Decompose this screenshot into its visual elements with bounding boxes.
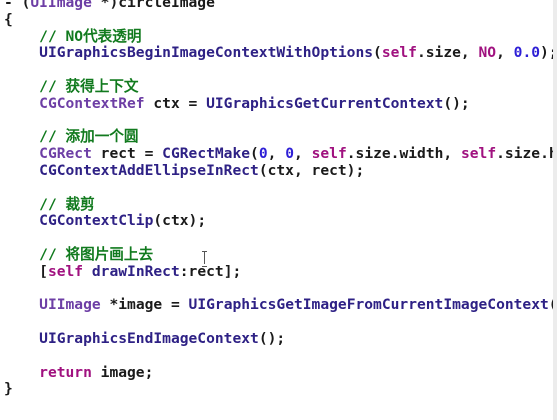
code-line[interactable]: // 添加一个圆 [4, 128, 557, 146]
code-line[interactable] [4, 113, 557, 130]
code-line[interactable] [4, 180, 557, 197]
code-token: ( [250, 145, 259, 163]
code-token: CGContextRef [39, 94, 145, 112]
code-token: drawInRect [91, 262, 180, 280]
code-token: CGRectMake [162, 145, 251, 163]
code-token: NO [478, 44, 497, 62]
code-token: 0 [285, 145, 295, 163]
code-token: 0.0 [513, 44, 541, 62]
code-token: { [4, 10, 13, 28]
code-token: UIGraphicsEndImageContext [39, 329, 259, 347]
code-line[interactable]: CGContextAddEllipseInRect(ctx, rect); [4, 161, 557, 180]
code-line[interactable]: - (UIImage *)circleImage [4, 0, 557, 12]
i-beam-cursor-icon [201, 251, 208, 267]
code-token: :rect]; [179, 262, 242, 280]
code-line[interactable] [4, 348, 557, 365]
code-editor[interactable]: - (UIImage *)circleImage{ // NO代表透明 UIGr… [0, 0, 557, 420]
code-token: [ [4, 262, 48, 280]
code-line[interactable]: // 获得上下文 [4, 77, 557, 96]
code-token: CGRect [39, 145, 92, 163]
code-line[interactable]: // 将图片画上去 [4, 245, 557, 264]
code-token: (ctx, rect); [258, 161, 365, 179]
code-token: UIGraphicsBeginImageContextWithOptions [39, 44, 374, 62]
code-line[interactable]: // 裁剪 [4, 195, 557, 214]
code-token: (ctx); [153, 212, 207, 230]
code-line[interactable] [4, 281, 557, 298]
code-token: ( [373, 44, 382, 62]
code-token: rect = [91, 145, 163, 163]
code-line[interactable]: UIImage *image = UIGraphicsGetImageFromC… [4, 296, 557, 314]
code-token: self [311, 145, 347, 163]
code-token: // 裁剪 [39, 195, 95, 213]
code-token: ctx = [144, 94, 207, 112]
code-token: .size.width, [346, 145, 461, 163]
code-token: CGContextClip [39, 212, 154, 230]
code-token: UIImage [30, 0, 92, 11]
code-token: *image = [100, 296, 189, 314]
code-line[interactable]: CGContextRef ctx = UIGraphicsGetCurrentC… [4, 94, 557, 113]
code-token: UIImage [39, 296, 101, 314]
code-token: self [47, 262, 84, 280]
code-token: // 将图片画上去 [39, 245, 154, 263]
code-token: *)circleImage [91, 0, 215, 11]
code-line[interactable]: return image; [4, 363, 557, 382]
code-token: CGContextAddEllipseInRect [39, 161, 259, 179]
code-line[interactable]: UIGraphicsBeginImageContextWithOptions(s… [4, 44, 557, 62]
code-token: - ( [4, 0, 31, 11]
code-token: // 获得上下文 [39, 77, 139, 95]
code-token: .size, [416, 44, 479, 62]
code-token: return [39, 363, 92, 381]
code-line[interactable]: CGContextClip(ctx); [4, 212, 557, 230]
code-token: UIGraphicsGetCurrentContext [206, 94, 444, 112]
code-token: , [267, 145, 286, 163]
code-line[interactable]: [self drawInRect:rect]; [4, 262, 557, 281]
code-token: , [496, 44, 514, 62]
code-token: UIGraphicsGetImageFromCurrentImageContex… [188, 296, 549, 314]
code-line[interactable] [4, 230, 557, 247]
code-token: // NO代表透明 [39, 27, 142, 45]
code-token: (); [443, 94, 470, 112]
code-line[interactable]: // NO代表透明 [4, 27, 557, 46]
code-line[interactable]: CGRect rect = CGRectMake(0, 0, self.size… [4, 145, 557, 163]
code-token: self [460, 145, 497, 163]
code-token: // 添加一个圆 [39, 128, 139, 146]
code-token: self [381, 44, 417, 62]
code-line[interactable] [4, 314, 557, 331]
code-text[interactable]: - (UIImage *)circleImage{ // NO代表透明 UIGr… [4, 0, 557, 398]
editor-scrollbar[interactable] [553, 0, 557, 420]
code-token: 0 [258, 145, 268, 163]
code-line[interactable]: } [4, 380, 557, 398]
code-line[interactable]: { [4, 10, 557, 29]
code-token: image; [91, 363, 154, 381]
code-line[interactable]: UIGraphicsEndImageContext(); [4, 329, 557, 348]
code-token: (); [258, 329, 286, 347]
code-line[interactable] [4, 62, 557, 79]
code-token: .size.height); [496, 145, 557, 163]
code-token: } [4, 380, 13, 398]
code-token: , [294, 145, 312, 163]
